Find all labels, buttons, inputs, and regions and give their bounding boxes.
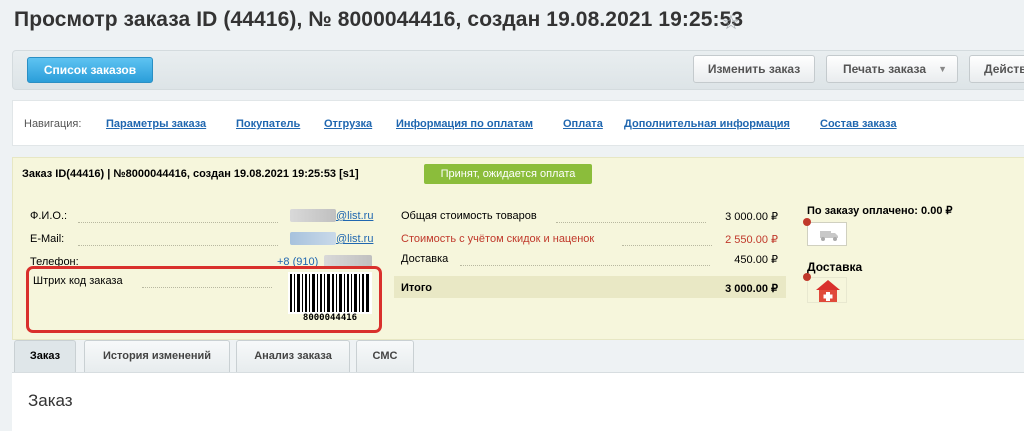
paid-amount-label: По заказу оплачено: 0.00 ₽ <box>807 205 953 217</box>
truck-icon <box>820 231 838 241</box>
discount-leader <box>622 245 712 246</box>
favorite-star-icon[interactable]: ☆ <box>722 10 740 35</box>
print-order-label: Печать заказа <box>843 62 927 76</box>
caret-down-icon: ▼ <box>938 64 947 74</box>
delivery-cost-label: Доставка <box>401 253 449 265</box>
nav-link-order-params[interactable]: Параметры заказа <box>106 118 206 130</box>
name-label: Ф.И.О.: <box>30 210 68 222</box>
delivery-cost-value: 450.00 ₽ <box>734 254 778 266</box>
email-domain-2[interactable]: @list.ru <box>336 233 373 245</box>
delivery-section-label: Доставка <box>807 260 863 274</box>
nav-link-payment[interactable]: Оплата <box>563 118 603 130</box>
order-list-button[interactable]: Список заказов <box>27 57 153 83</box>
email-redacted <box>290 232 336 245</box>
email-domain-1[interactable]: @list.ru <box>336 210 373 222</box>
actions-button[interactable]: Действия <box>969 55 1024 83</box>
payment-alert-dot <box>803 218 811 226</box>
delivery-alert-dot <box>803 273 811 281</box>
tab-history[interactable]: История изменений <box>84 340 230 372</box>
nav-link-payment-info[interactable]: Информация по оплатам <box>396 118 533 130</box>
discounted-total-label: Стоимость с учётом скидок и наценок <box>401 233 595 245</box>
tab-order[interactable]: Заказ <box>14 340 76 372</box>
goods-total-label: Общая стоимость товаров <box>401 210 537 222</box>
discounted-total-value: 2 550.00 ₽ <box>725 234 778 246</box>
barcode-highlight-frame <box>26 266 382 333</box>
nav-link-buyer[interactable]: Покупатель <box>236 118 300 130</box>
name-redacted <box>290 209 336 222</box>
nav-link-shipment[interactable]: Отгрузка <box>324 118 372 130</box>
delivery-leader <box>460 265 710 266</box>
goods-total-value: 3 000.00 ₽ <box>725 211 778 223</box>
page-title: Просмотр заказа ID (44416), № 8000044416… <box>14 8 744 31</box>
section-title: Заказ <box>28 391 73 410</box>
tab-content <box>12 372 1024 431</box>
house-plus-icon <box>816 280 840 302</box>
edit-order-button[interactable]: Изменить заказ <box>693 55 815 83</box>
email-leader <box>78 245 278 246</box>
payment-status-box[interactable] <box>807 222 847 246</box>
order-heading: Заказ ID(44416) | №8000044416, создан 19… <box>22 168 359 180</box>
name-leader <box>78 222 278 223</box>
grand-total-value: 3 000.00 ₽ <box>725 283 778 295</box>
delivery-status-box[interactable] <box>807 277 847 303</box>
grand-total-label: Итого <box>401 282 433 294</box>
nav-link-additional-info[interactable]: Дополнительная информация <box>624 118 790 130</box>
print-order-button[interactable]: Печать заказа ▼ <box>826 55 958 83</box>
tab-analysis[interactable]: Анализ заказа <box>236 340 350 372</box>
tab-sms[interactable]: СМС <box>356 340 414 372</box>
goods-leader <box>556 222 706 223</box>
status-badge: Принят, ожидается оплата <box>424 164 592 184</box>
email-label: E-Mail: <box>30 233 65 245</box>
nav-link-order-items[interactable]: Состав заказа <box>820 118 897 130</box>
navigation-label: Навигация: <box>24 118 82 130</box>
